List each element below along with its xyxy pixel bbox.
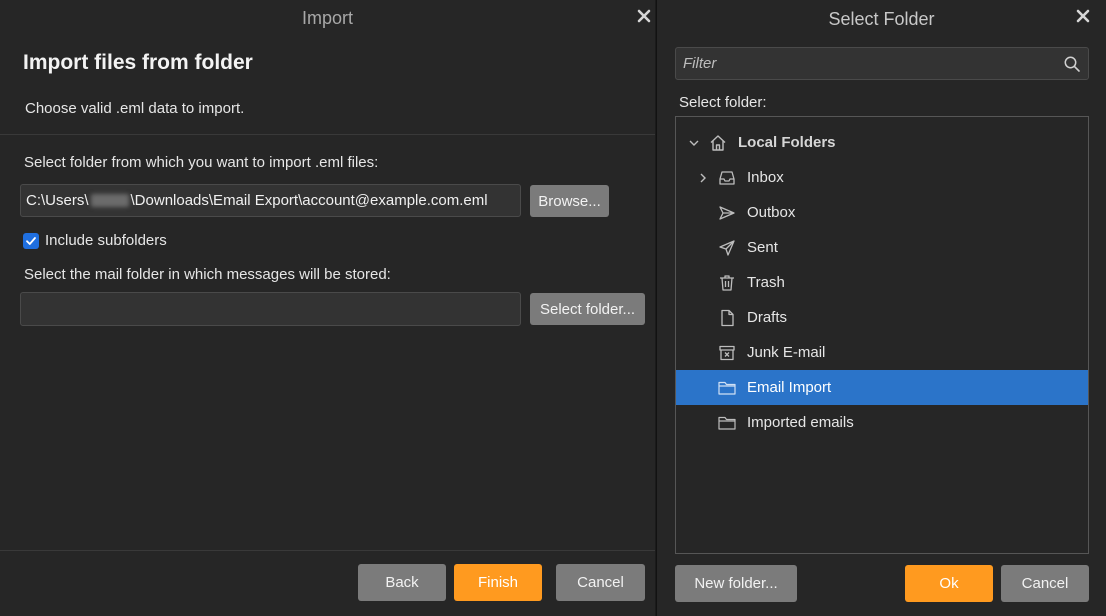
close-icon [637,9,651,23]
divider [0,550,655,551]
tree-item-label: Inbox [747,169,784,186]
source-path-field[interactable]: C:\Users\ \Downloads\Email Export\account… [20,184,521,217]
import-dialog-title: Import [301,8,353,28]
tree-item-email-import[interactable]: Email Import [676,370,1088,405]
tree-item-label: Trash [747,274,785,291]
tree-item-local-folders[interactable]: Local Folders [676,125,1088,160]
sent-icon [717,238,737,258]
tree-item-label: Email Import [747,379,832,396]
folder-tree[interactable]: Local Folders Inbox Outbox Sent Trash Dr… [675,116,1089,554]
source-folder-label: Select folder from which you want to imp… [24,154,379,171]
select-folder-title: Select Folder [828,9,935,29]
junk-icon [717,343,737,363]
import-dialog: Import Import files from folder Choose v… [0,0,655,616]
include-subfolders-label: Include subfolders [45,232,167,249]
select-folder-button[interactable]: Select folder... [530,293,645,325]
filter-input[interactable] [676,48,1063,79]
chevron-right-icon[interactable] [697,172,709,184]
drafts-icon [717,308,737,328]
tree-item-sent[interactable]: Sent [676,230,1088,265]
tree-item-label: Outbox [747,204,796,221]
page-title: Import files from folder [23,51,253,74]
tree-item-label: Local Folders [738,134,836,151]
tree-item-trash[interactable]: Trash [676,265,1088,300]
redacted-username [90,194,129,207]
page-subtitle: Choose valid .eml data to import. [25,100,245,117]
tree-item-junk-email[interactable]: Junk E-mail [676,335,1088,370]
path-suffix: \Downloads\Email Export\account@example.… [130,192,488,209]
tree-item-label: Junk E-mail [747,344,826,361]
tree-item-inbox[interactable]: Inbox [676,160,1088,195]
chevron-down-icon[interactable] [688,137,700,149]
dest-folder-label: Select the mail folder in which messages… [24,266,391,283]
import-close-button[interactable] [634,6,654,26]
finish-button[interactable]: Finish [454,564,542,601]
folder-icon [717,413,737,433]
inbox-icon [717,168,737,188]
checkmark-icon [26,236,36,245]
select-folder-dialog: Select Folder Select folder: Local Folde… [656,0,1106,616]
divider [0,134,655,135]
ok-button[interactable]: Ok [905,565,993,602]
dest-folder-field[interactable] [20,292,521,326]
tree-item-label: Drafts [747,309,788,326]
tree-item-drafts[interactable]: Drafts [676,300,1088,335]
close-icon [1076,9,1090,23]
select-folder-close-button[interactable] [1073,6,1093,26]
search-icon[interactable] [1063,55,1081,73]
browse-button[interactable]: Browse... [530,185,609,217]
tree-item-label: Sent [747,239,778,256]
include-subfolders-checkbox[interactable] [23,232,39,249]
include-subfolders-row[interactable]: Include subfolders [23,232,167,249]
folder-icon [717,378,737,398]
tree-item-imported-emails[interactable]: Imported emails [676,405,1088,440]
select-folder-label: Select folder: [679,94,767,111]
filter-field[interactable] [675,47,1089,80]
tree-item-outbox[interactable]: Outbox [676,195,1088,230]
tree-item-label: Imported emails [747,414,854,431]
import-cancel-button[interactable]: Cancel [556,564,645,601]
new-folder-button[interactable]: New folder... [675,565,797,602]
select-folder-cancel-button[interactable]: Cancel [1001,565,1089,602]
outbox-icon [717,203,737,223]
home-icon [708,133,728,153]
trash-icon [717,273,737,293]
path-prefix: C:\Users\ [26,192,89,209]
back-button[interactable]: Back [358,564,446,601]
